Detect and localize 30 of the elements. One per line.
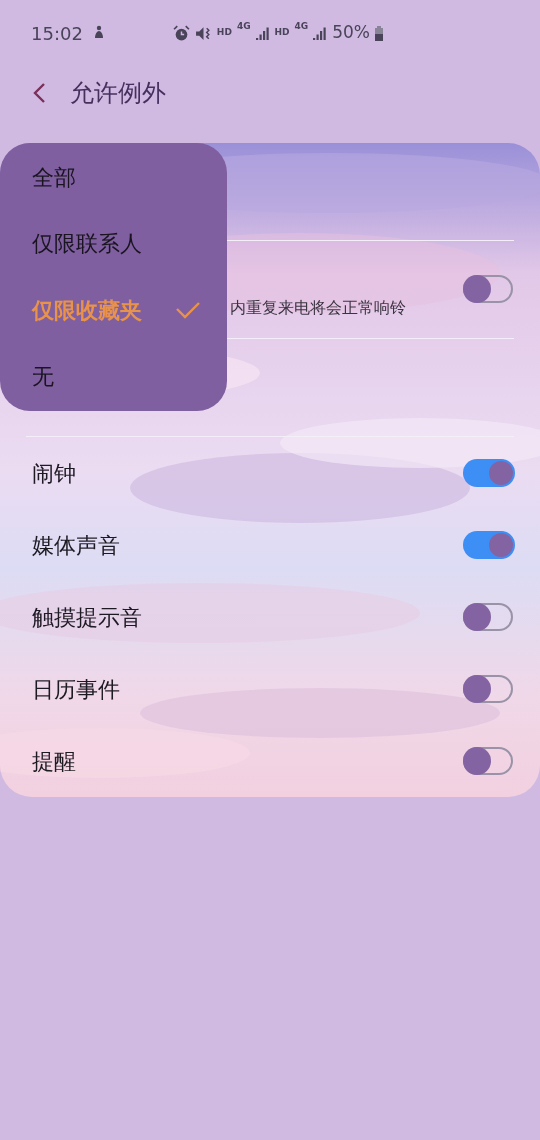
network-label: 4G <box>294 22 309 32</box>
setting-label: 媒体声音 <box>31 531 120 560</box>
menu-item[interactable]: 无 <box>0 343 227 410</box>
network-label: 4G <box>236 22 251 32</box>
toggle-switch[interactable] <box>463 675 513 703</box>
back-icon[interactable] <box>32 82 46 104</box>
toggle-switch[interactable] <box>463 603 513 631</box>
check-icon <box>175 301 201 320</box>
hd-label: HD <box>274 26 290 40</box>
signal-icon <box>255 26 270 40</box>
setting-label: 触摸提示音 <box>31 603 142 632</box>
page-title: 允许例外 <box>70 78 166 109</box>
menu-item[interactable]: 仅限收藏夹 <box>0 277 227 344</box>
toggle-switch[interactable] <box>463 531 513 559</box>
setting-label: 日历事件 <box>31 675 120 704</box>
menu-item[interactable]: 仅限联系人 <box>0 210 227 277</box>
setting-description: 内重复来电将会正常响铃 <box>230 296 406 319</box>
setting-label: 提醒 <box>31 747 76 776</box>
setting-label: 闹钟 <box>31 459 76 488</box>
signal-icon <box>313 26 328 40</box>
toggle-switch[interactable] <box>463 274 513 303</box>
mute-vibrate-icon <box>194 24 212 42</box>
battery-percent: 50% <box>332 21 370 45</box>
toggle-switch[interactable] <box>463 459 513 487</box>
menu-item[interactable]: 全部 <box>0 144 227 211</box>
status-time: 15:02 <box>31 21 83 46</box>
battery-icon <box>375 25 383 41</box>
toggle-switch[interactable] <box>463 747 513 775</box>
alarm-icon <box>172 24 190 42</box>
hd-label: HD <box>216 26 232 40</box>
